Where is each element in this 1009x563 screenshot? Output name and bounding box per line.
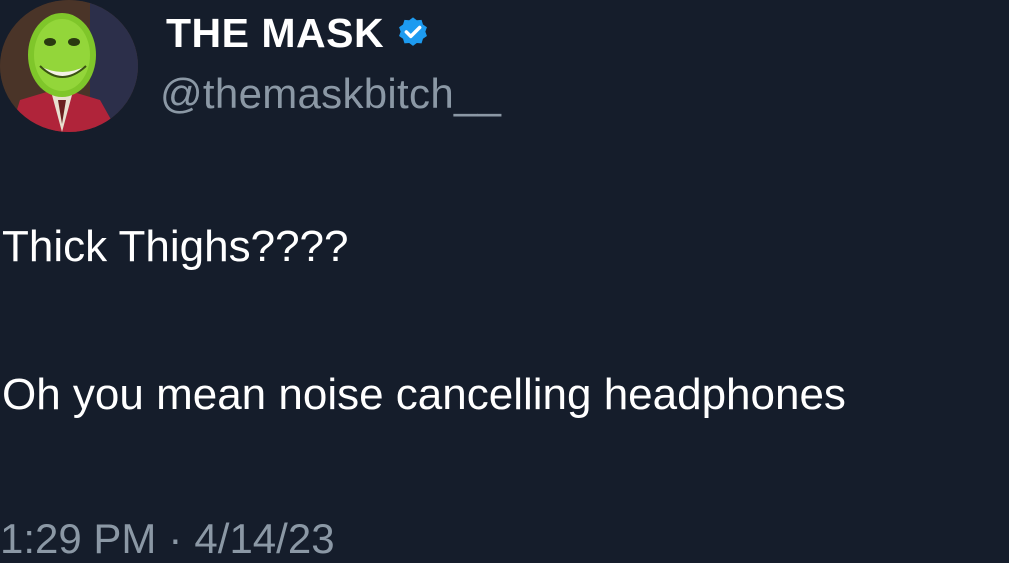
tweet-timestamp[interactable]: 1:29 PM · 4/14/23 xyxy=(0,515,335,563)
mask-face-icon xyxy=(0,0,138,132)
author-handle[interactable]: @themaskbitch__ xyxy=(160,70,501,118)
verified-badge-icon xyxy=(394,15,432,53)
tweet-date: 4/14/23 xyxy=(194,515,335,562)
display-name[interactable]: THE MASK xyxy=(166,10,384,57)
meta-separator: · xyxy=(168,515,183,562)
tweet-text-line-1: Thick Thighs???? xyxy=(2,222,349,271)
tweet-time: 1:29 PM xyxy=(0,515,157,562)
author-name-row: THE MASK xyxy=(166,10,432,57)
tweet-text-line-2: Oh you mean noise cancelling headphones xyxy=(2,370,846,419)
tweet: THE MASK @themaskbitch__ Thick Thighs???… xyxy=(0,0,1009,563)
avatar[interactable] xyxy=(0,0,138,132)
